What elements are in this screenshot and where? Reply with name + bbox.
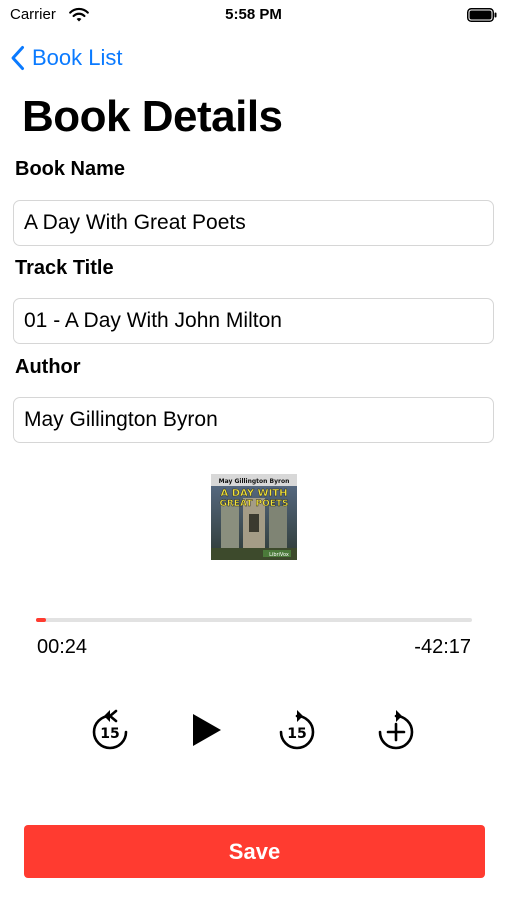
- skip-back-button[interactable]: 15: [88, 706, 132, 754]
- play-icon: [193, 714, 221, 746]
- status-time: 5:58 PM: [225, 6, 282, 23]
- chevron-left-icon: [11, 46, 24, 70]
- skip-forward-seconds: 15: [287, 726, 306, 742]
- remaining-time: -42:17: [414, 636, 471, 658]
- author-label: Author: [15, 356, 81, 378]
- author-field[interactable]: [13, 397, 494, 443]
- book-cover-image: May Gillington Byron A DAY WITH GREAT PO…: [211, 474, 297, 560]
- cover-author-text: May Gillington Byron: [219, 478, 290, 485]
- elapsed-time: 00:24: [37, 636, 88, 658]
- back-button-label: Book List: [32, 45, 123, 70]
- play-button[interactable]: [184, 706, 228, 754]
- book-cover-art: May Gillington Byron A DAY WITH GREAT PO…: [211, 474, 297, 560]
- status-bar: Carrier 5:58 PM: [0, 0, 507, 32]
- save-button[interactable]: Save: [24, 825, 485, 878]
- progress-fill: [36, 618, 47, 622]
- back-button[interactable]: Book List: [10, 42, 123, 74]
- battery-icon: [467, 8, 497, 22]
- add-bookmark-button[interactable]: [374, 706, 418, 754]
- rotate-plus-icon: [378, 710, 414, 750]
- cover-publisher-text: LibriVox: [269, 552, 289, 558]
- cover-title-line2: GREAT POETS: [219, 499, 288, 509]
- skip-back-seconds: 15: [100, 726, 119, 742]
- track-title-label: Track Title: [15, 257, 114, 279]
- playback-progress-slider[interactable]: [36, 618, 472, 622]
- page-title: Book Details: [22, 92, 283, 141]
- book-name-label: Book Name: [15, 158, 126, 180]
- book-name-field[interactable]: [13, 200, 494, 246]
- skip-forward-button[interactable]: 15: [275, 706, 319, 754]
- track-title-field[interactable]: [13, 298, 494, 344]
- skip-forward-15-icon: 15: [279, 710, 315, 750]
- skip-back-15-icon: 15: [92, 709, 128, 750]
- cover-title-line1: A DAY WITH: [221, 488, 288, 499]
